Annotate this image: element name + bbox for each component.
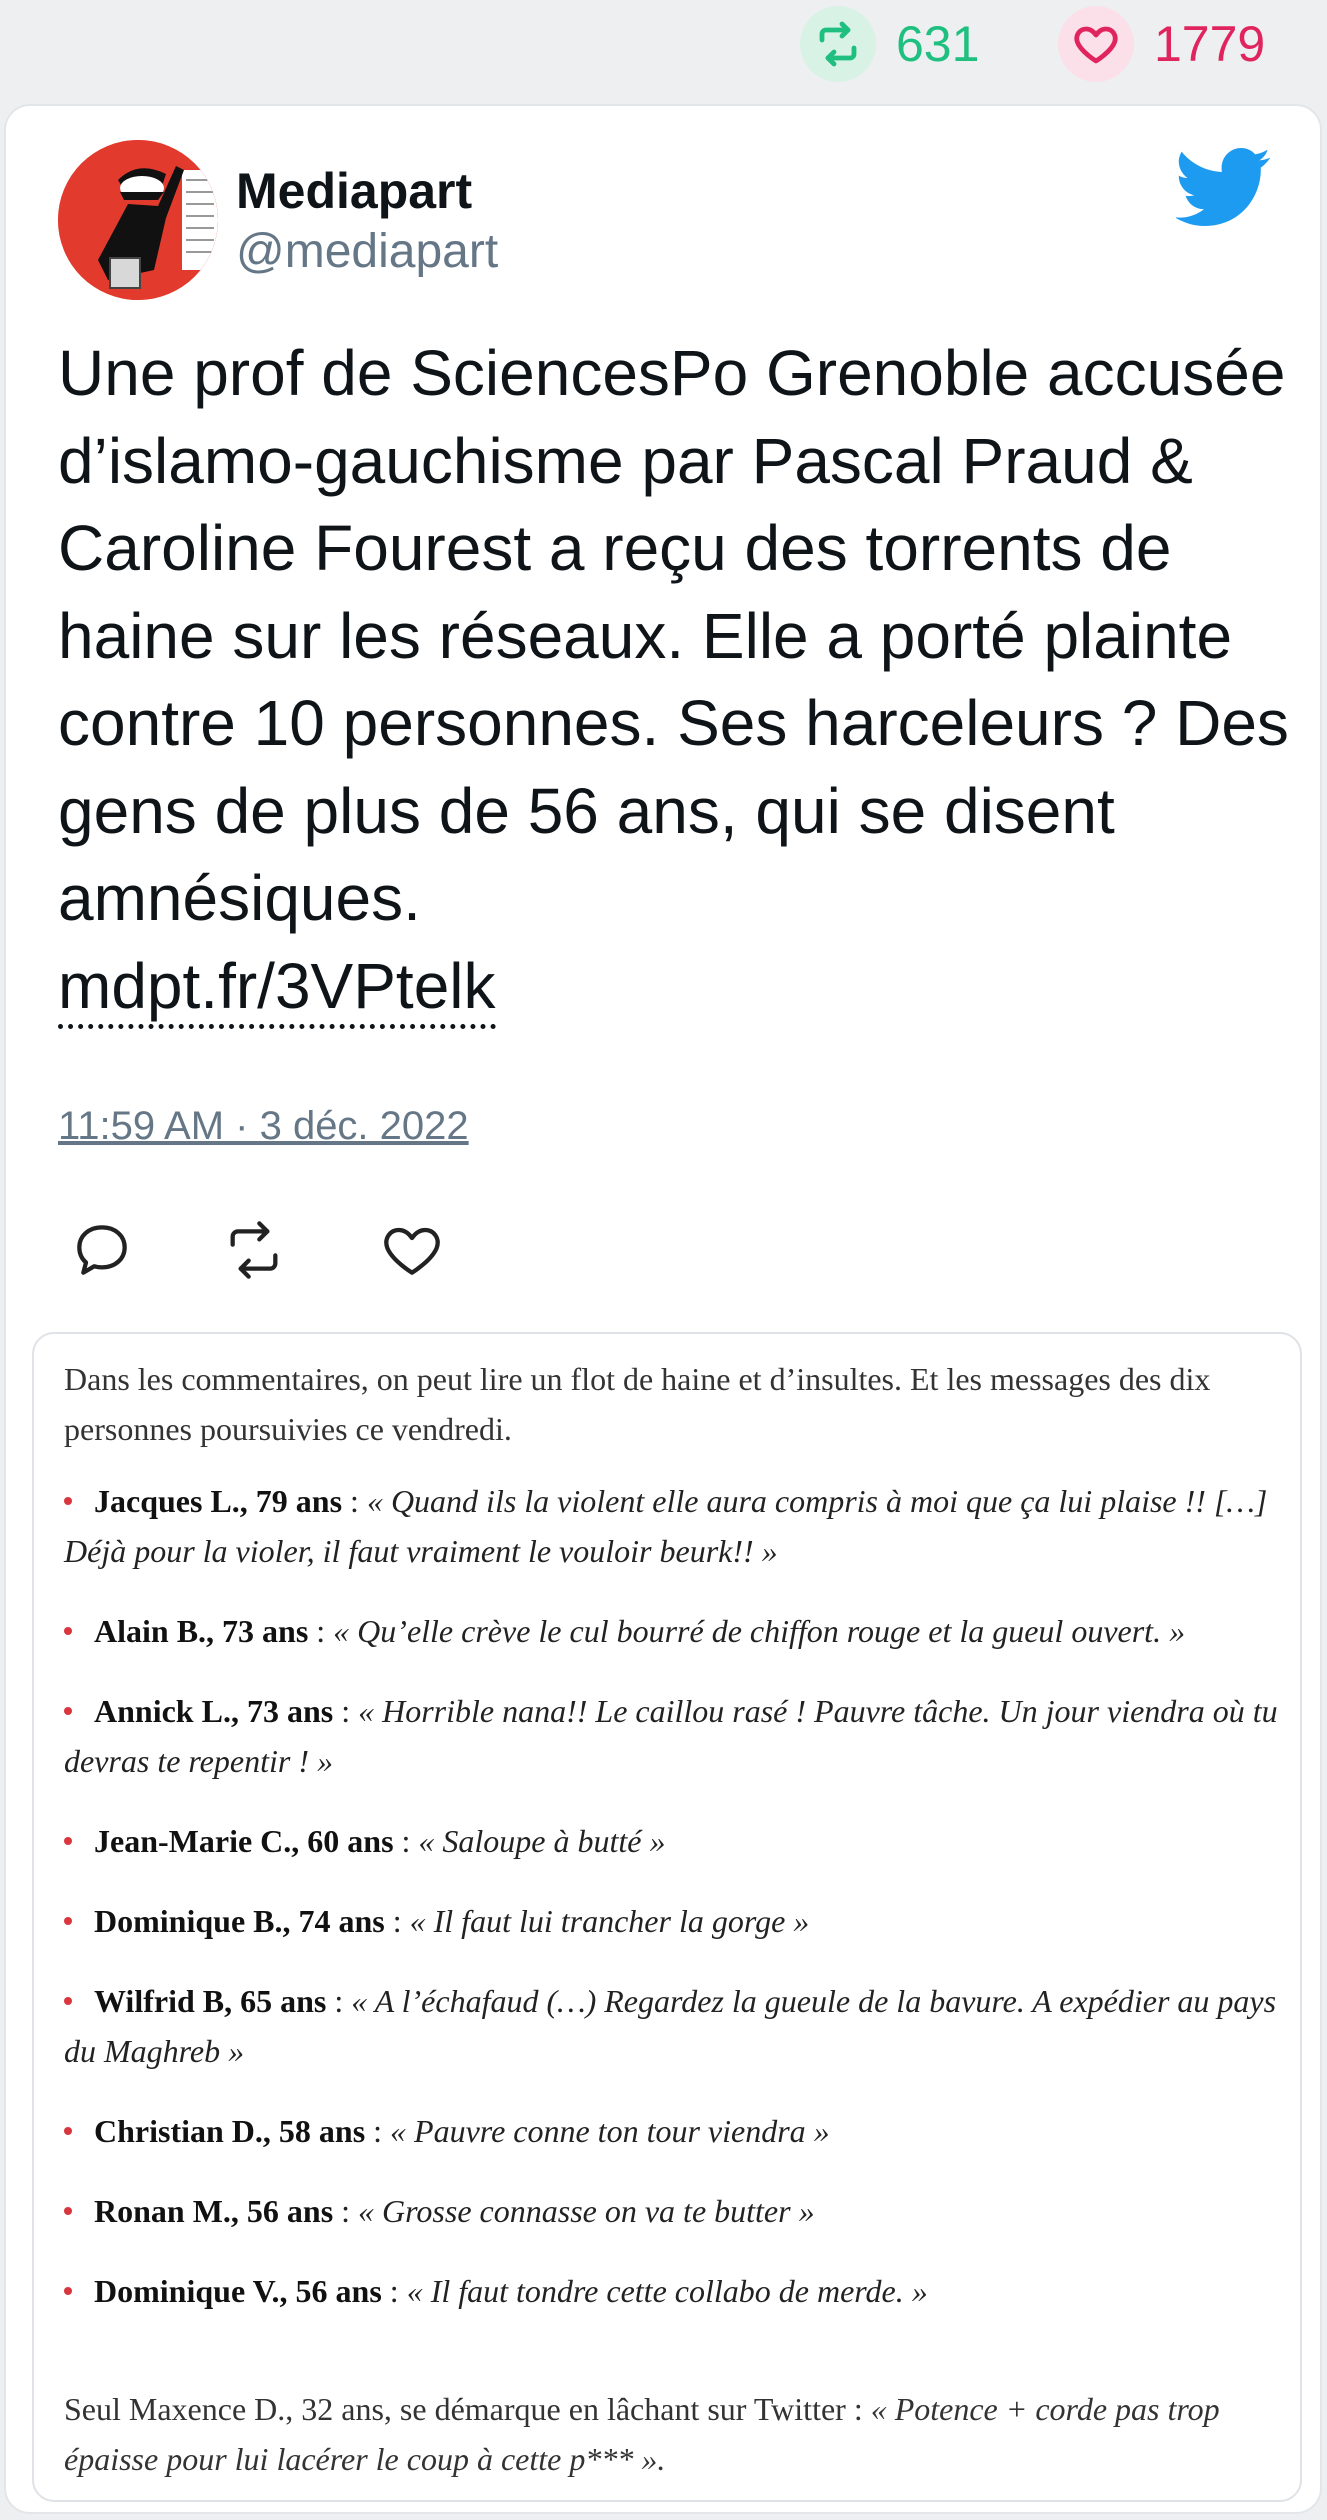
bullet-icon	[64, 1626, 72, 1635]
tweet-media-image[interactable]: Dans les commentaires, on peut lire un f…	[32, 1332, 1302, 2502]
item-name: Christian D., 58 ans	[94, 2113, 366, 2149]
outro-lead: Seul Maxence D., 32 ans, se démarque en …	[64, 2391, 871, 2427]
item-name: Ronan M., 56 ans	[94, 2193, 334, 2229]
item-name: Jacques L., 79 ans	[94, 1483, 343, 1519]
like-count: 1779	[1154, 16, 1266, 72]
item-sep: :	[308, 1613, 334, 1649]
item-quote: « Il faut tondre cette collabo de merde.…	[406, 2273, 928, 2309]
list-item: Christian D., 58 ans : « Pauvre conne to…	[64, 2106, 1300, 2156]
item-name: Wilfrid B, 65 ans	[94, 1983, 327, 2019]
tweet-link[interactable]: mdpt.fr/3VPtelk	[58, 948, 496, 1029]
tweet-text: Une prof de SciencesPo Grenoble accusée …	[58, 337, 1289, 934]
bullet-icon	[64, 1916, 72, 1925]
bullet-icon	[64, 1996, 72, 2005]
item-quote: « Saloupe à butté »	[418, 1823, 666, 1859]
item-quote: « Pauvre conne ton tour viendra »	[390, 2113, 830, 2149]
item-sep: :	[326, 1983, 352, 2019]
item-name: Dominique V., 56 ans	[94, 2273, 382, 2309]
retweet-button[interactable]	[222, 1218, 286, 1282]
bullet-icon	[64, 2126, 72, 2135]
item-quote: « Grosse connasse on va te butter »	[358, 2193, 815, 2229]
bullet-icon	[64, 1836, 72, 1845]
item-name: Alain B., 73 ans	[94, 1613, 309, 1649]
retweet-stat[interactable]: 631	[800, 4, 979, 84]
author-handle[interactable]: @mediapart	[236, 224, 498, 279]
bullet-icon	[64, 1706, 72, 1715]
heart-icon	[384, 1227, 440, 1275]
media-outro: Seul Maxence D., 32 ans, se démarque en …	[64, 2384, 1294, 2484]
item-sep: :	[365, 2113, 391, 2149]
item-quote: « Il faut lui trancher la gorge »	[409, 1903, 810, 1939]
reply-icon	[77, 1225, 127, 1275]
author-name[interactable]: Mediapart	[236, 162, 472, 220]
item-sep: :	[333, 1693, 359, 1729]
item-sep: :	[342, 1483, 367, 1519]
like-button[interactable]	[380, 1218, 444, 1282]
item-sep: :	[381, 2273, 407, 2309]
bullet-icon	[64, 2286, 72, 2295]
item-sep: :	[393, 1823, 419, 1859]
item-quote: « Qu’elle crève le cul bourré de chiffon…	[333, 1613, 1186, 1649]
list-item: Dominique B., 74 ans : « Il faut lui tra…	[64, 1896, 1300, 1946]
media-intro: Dans les commentaires, on peut lire un f…	[64, 1361, 1211, 1447]
heart-icon	[1058, 6, 1134, 82]
reply-button[interactable]	[70, 1218, 134, 1282]
item-name: Annick L., 73 ans	[94, 1693, 334, 1729]
bullet-icon	[64, 1496, 72, 1505]
twitter-bird-icon[interactable]	[1174, 148, 1272, 228]
list-item: Annick L., 73 ans : « Horrible nana!! Le…	[64, 1686, 1300, 1786]
bullet-icon	[64, 2206, 72, 2215]
item-name: Dominique B., 74 ans	[94, 1903, 385, 1939]
list-item: Jacques L., 79 ans : « Quand ils la viol…	[64, 1476, 1300, 1576]
retweet-icon	[230, 1221, 278, 1279]
engagement-bar: 631 1779	[0, 0, 1327, 100]
retweet-count: 631	[896, 16, 980, 72]
tweet-card: Mediapart @mediapart Une prof de Science…	[4, 104, 1322, 2514]
tweet-timestamp[interactable]: 11:59 AM · 3 déc. 2022	[58, 1104, 469, 1149]
list-item: Ronan M., 56 ans : « Grosse connasse on …	[64, 2186, 1300, 2236]
like-stat[interactable]: 1779	[1058, 4, 1265, 84]
retweet-icon	[800, 6, 876, 82]
list-item: Wilfrid B, 65 ans : « A l’échafaud (…) R…	[64, 1976, 1300, 2076]
list-item: Jean-Marie C., 60 ans : « Saloupe à butt…	[64, 1816, 1300, 1866]
list-item: Alain B., 73 ans : « Qu’elle crève le cu…	[64, 1606, 1300, 1656]
avatar[interactable]	[58, 140, 218, 300]
tweet-body: Une prof de SciencesPo Grenoble accusée …	[58, 330, 1298, 1030]
mediapart-logo-icon	[58, 140, 218, 300]
item-sep: :	[384, 1903, 410, 1939]
item-sep: :	[333, 2193, 359, 2229]
list-item: Dominique V., 56 ans : « Il faut tondre …	[64, 2266, 1300, 2316]
item-name: Jean-Marie C., 60 ans	[94, 1823, 394, 1859]
